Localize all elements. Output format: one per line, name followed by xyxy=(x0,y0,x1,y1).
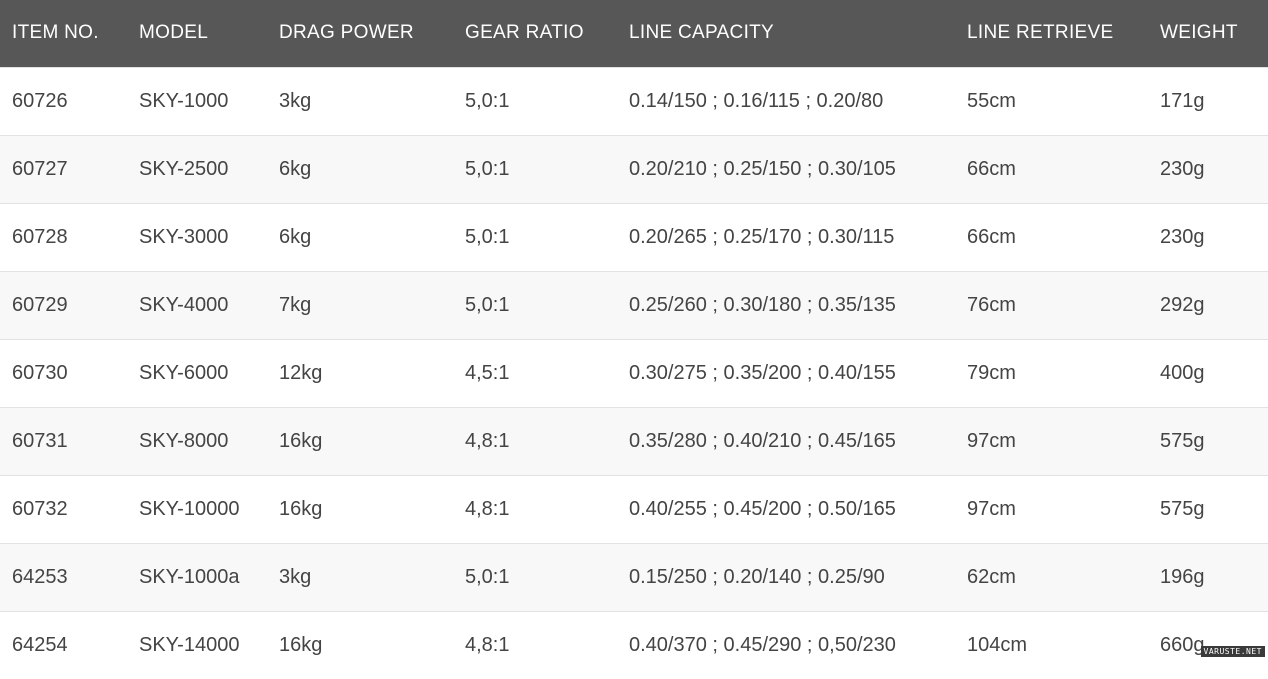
cell-model: SKY-1000 xyxy=(127,66,267,135)
table-header: ITEM NO. MODEL DRAG POWER GEAR RATIO LIN… xyxy=(0,0,1268,67)
cell-gear-ratio: 5,0:1 xyxy=(453,542,617,611)
cell-item-no: 60730 xyxy=(0,338,127,407)
header-item-no: ITEM NO. xyxy=(12,22,99,44)
table-row: 60728 SKY-3000 6kg 5,0:1 0.20/265 ; 0.25/170… xyxy=(0,202,1268,271)
cell-drag-power: 16kg xyxy=(267,610,453,679)
table-row: 60731 SKY-8000 16kg 4,8:1 0.35/280 ; 0.40/21… xyxy=(0,406,1268,475)
cell-line-capacity: 0.15/250 ; 0.20/140 ; 0.25/90 xyxy=(617,542,955,611)
table-row: 64254 SKY-14000 16kg 4,8:1 0.40/370 ; 0.45/2… xyxy=(0,610,1268,679)
cell-gear-ratio: 4,5:1 xyxy=(453,338,617,407)
header-row: ITEM NO. MODEL DRAG POWER GEAR RATIO LIN… xyxy=(0,0,1268,67)
header-drag-power: DRAG POWER xyxy=(279,22,414,44)
cell-line-retrieve: 66cm xyxy=(955,202,1148,271)
header-gear-ratio: GEAR RATIO xyxy=(465,22,584,44)
cell-item-no: 60726 xyxy=(0,66,127,135)
cell-line-retrieve: 97cm xyxy=(955,406,1148,475)
cell-drag-power: 7kg xyxy=(267,270,453,339)
header-model: MODEL xyxy=(139,22,209,44)
cell-drag-power: 16kg xyxy=(267,406,453,475)
cell-weight: 230g xyxy=(1148,202,1268,271)
cell-model: SKY-2500 xyxy=(127,134,267,203)
cell-line-capacity: 0.40/255 ; 0.45/200 ; 0.50/165 xyxy=(617,474,955,543)
cell-item-no: 60731 xyxy=(0,406,127,475)
cell-model: SKY-6000 xyxy=(127,338,267,407)
cell-line-retrieve: 104cm xyxy=(955,610,1148,679)
product-spec-table: ITEM NO. MODEL DRAG POWER GEAR RATIO LIN… xyxy=(0,0,1268,679)
header-line-retrieve: LINE RETRIEVE xyxy=(967,22,1114,44)
cell-weight: 230g xyxy=(1148,134,1268,203)
cell-model: SKY-10000 xyxy=(127,474,267,543)
header-line-capacity: LINE CAPACITY xyxy=(629,22,775,44)
cell-line-capacity: 0.25/260 ; 0.30/180 ; 0.35/135 xyxy=(617,270,955,339)
cell-drag-power: 12kg xyxy=(267,338,453,407)
cell-gear-ratio: 5,0:1 xyxy=(453,202,617,271)
cell-gear-ratio: 4,8:1 xyxy=(453,610,617,679)
cell-line-retrieve: 55cm xyxy=(955,66,1148,135)
cell-line-capacity: 0.20/210 ; 0.25/150 ; 0.30/105 xyxy=(617,134,955,203)
cell-line-capacity: 0.35/280 ; 0.40/210 ; 0.45/165 xyxy=(617,406,955,475)
cell-model: SKY-3000 xyxy=(127,202,267,271)
cell-line-retrieve: 62cm xyxy=(955,542,1148,611)
cell-line-capacity: 0.14/150 ; 0.16/115 ; 0.20/80 xyxy=(617,66,955,135)
cell-model: SKY-8000 xyxy=(127,406,267,475)
cell-model: SKY-14000 xyxy=(127,610,267,679)
cell-line-retrieve: 97cm xyxy=(955,474,1148,543)
cell-weight: 196g xyxy=(1148,542,1268,611)
cell-line-capacity: 0.30/275 ; 0.35/200 ; 0.40/155 xyxy=(617,338,955,407)
cell-model: SKY-1000a xyxy=(127,542,267,611)
cell-item-no: 64254 xyxy=(0,610,127,679)
table-row: 64253 SKY-1000a 3kg 5,0:1 0.15/250 ; 0.20/14… xyxy=(0,542,1268,611)
cell-weight: 171g xyxy=(1148,66,1268,135)
cell-gear-ratio: 4,8:1 xyxy=(453,406,617,475)
cell-drag-power: 6kg xyxy=(267,134,453,203)
cell-gear-ratio: 5,0:1 xyxy=(453,66,617,135)
cell-drag-power: 6kg xyxy=(267,202,453,271)
cell-weight: 660g xyxy=(1148,610,1268,679)
watermark-logo: VARUSTE.NET xyxy=(1200,646,1265,657)
cell-weight: 400g xyxy=(1148,338,1268,407)
header-weight: WEIGHT xyxy=(1160,22,1238,44)
cell-item-no: 60728 xyxy=(0,202,127,271)
cell-line-capacity: 0.20/265 ; 0.25/170 ; 0.30/115 xyxy=(617,202,955,271)
table-row: 60727 SKY-2500 6kg 5,0:1 0.20/210 ; 0.25/150… xyxy=(0,134,1268,203)
cell-item-no: 60729 xyxy=(0,270,127,339)
cell-model: SKY-4000 xyxy=(127,270,267,339)
cell-drag-power: 3kg xyxy=(267,66,453,135)
table-row: 60732 SKY-10000 16kg 4,8:1 0.40/255 ; 0.45/2… xyxy=(0,474,1268,543)
cell-weight: 292g xyxy=(1148,270,1268,339)
cell-drag-power: 3kg xyxy=(267,542,453,611)
cell-line-capacity: 0.40/370 ; 0.45/290 ; 0,50/230 xyxy=(617,610,955,679)
cell-line-retrieve: 76cm xyxy=(955,270,1148,339)
cell-gear-ratio: 5,0:1 xyxy=(453,134,617,203)
cell-drag-power: 16kg xyxy=(267,474,453,543)
table-row: 60726 SKY-1000 3kg 5,0:1 0.14/150 ; 0.16/115… xyxy=(0,66,1268,135)
cell-line-retrieve: 66cm xyxy=(955,134,1148,203)
cell-item-no: 64253 xyxy=(0,542,127,611)
table-body: 60726 SKY-1000 3kg 5,0:1 0.14/150 ; 0.16/115… xyxy=(0,66,1268,679)
cell-weight: 575g xyxy=(1148,406,1268,475)
cell-gear-ratio: 5,0:1 xyxy=(453,270,617,339)
cell-item-no: 60732 xyxy=(0,474,127,543)
cell-weight: 575g xyxy=(1148,474,1268,543)
table-row: 60729 SKY-4000 7kg 5,0:1 0.25/260 ; 0.30/180… xyxy=(0,270,1268,339)
cell-gear-ratio: 4,8:1 xyxy=(453,474,617,543)
cell-item-no: 60727 xyxy=(0,134,127,203)
table-row: 60730 SKY-6000 12kg 4,5:1 0.30/275 ; 0.35/20… xyxy=(0,338,1268,407)
cell-line-retrieve: 79cm xyxy=(955,338,1148,407)
